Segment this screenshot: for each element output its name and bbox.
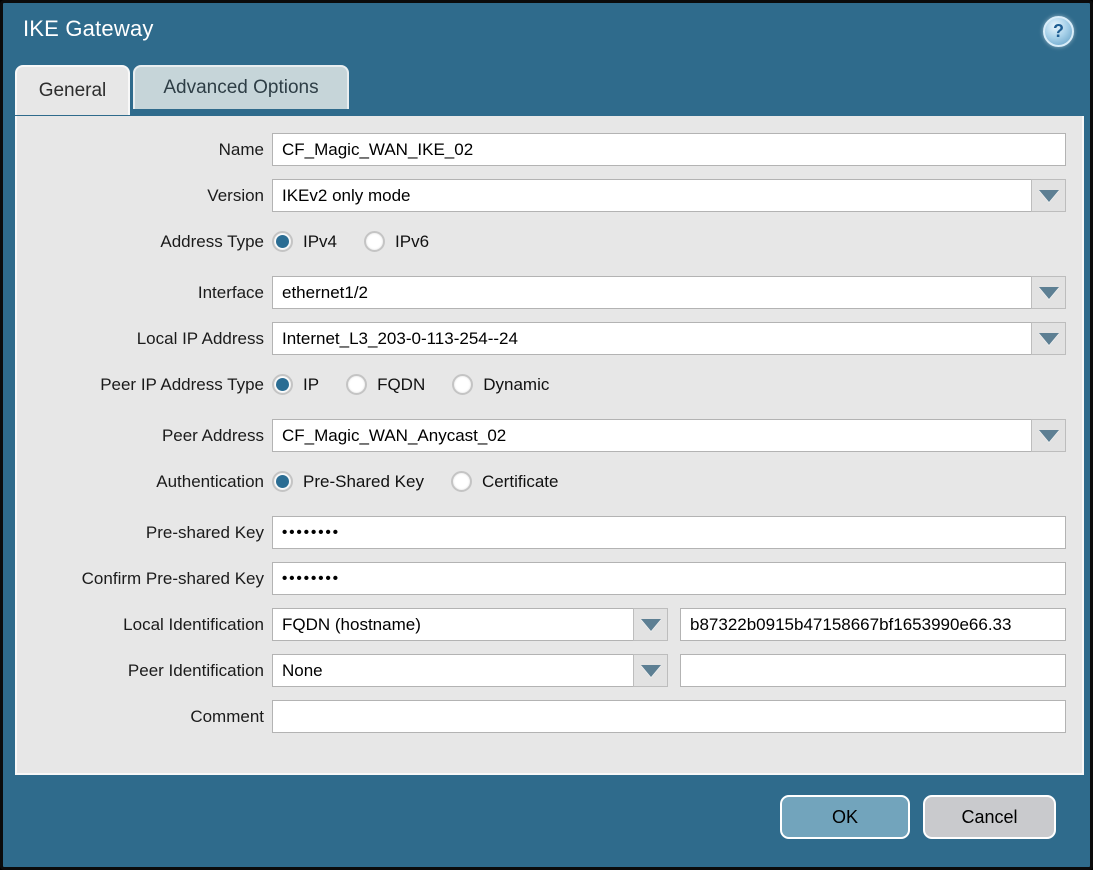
pre-shared-key-row: Pre-shared Key [17, 516, 1066, 549]
ip-radio[interactable] [272, 374, 293, 395]
chevron-down-icon [1039, 190, 1059, 202]
local-ip-address-select[interactable] [272, 322, 1066, 355]
local-identification-dropdown-button[interactable] [633, 608, 668, 641]
address-type-label: Address Type [17, 232, 264, 252]
version-select[interactable] [272, 179, 1066, 212]
general-tab-panel: Name Version Address Type IPv4 IPv6 [15, 116, 1084, 775]
name-row: Name [17, 133, 1066, 166]
peer-identification-row: Peer Identification [17, 654, 1066, 687]
peer-identification-value-input[interactable] [680, 654, 1066, 687]
address-type-options: IPv4 IPv6 [272, 231, 1066, 252]
auth-option-certificate: Certificate [451, 471, 559, 492]
fqdn-radio[interactable] [346, 374, 367, 395]
peer-ip-type-option-dynamic: Dynamic [452, 374, 549, 395]
tab-general[interactable]: General [15, 65, 130, 115]
name-input[interactable] [272, 133, 1066, 166]
address-type-option-ipv4: IPv4 [272, 231, 337, 252]
peer-ip-type-option-ip: IP [272, 374, 319, 395]
interface-row: Interface [17, 276, 1066, 309]
comment-row: Comment [17, 700, 1066, 733]
authentication-options: Pre-Shared Key Certificate [272, 471, 1066, 492]
dynamic-radio[interactable] [452, 374, 473, 395]
chevron-down-icon [641, 665, 661, 677]
peer-address-dropdown-button[interactable] [1031, 419, 1066, 452]
interface-value[interactable] [272, 276, 1031, 309]
local-ip-address-dropdown-button[interactable] [1031, 322, 1066, 355]
confirm-pre-shared-key-input[interactable] [272, 562, 1066, 595]
version-label: Version [17, 186, 264, 206]
comment-label: Comment [17, 707, 264, 727]
ok-button[interactable]: OK [780, 795, 910, 839]
dialog-footer: OK Cancel [3, 775, 1090, 867]
local-identification-row: Local Identification [17, 608, 1066, 641]
ipv4-radio[interactable] [272, 231, 293, 252]
confirm-pre-shared-key-row: Confirm Pre-shared Key [17, 562, 1066, 595]
pre-shared-key-input[interactable] [272, 516, 1066, 549]
peer-address-label: Peer Address [17, 426, 264, 446]
chevron-down-icon [641, 619, 661, 631]
ipv6-radio[interactable] [364, 231, 385, 252]
address-type-option-ipv6: IPv6 [364, 231, 429, 252]
local-identification-value-input[interactable] [680, 608, 1066, 641]
peer-identification-type-select[interactable] [272, 654, 668, 687]
help-icon[interactable]: ? [1043, 16, 1074, 47]
tab-bar: General Advanced Options [3, 65, 1090, 113]
address-type-row: Address Type IPv4 IPv6 [17, 225, 1066, 258]
dialog-title: IKE Gateway [23, 16, 154, 42]
interface-select[interactable] [272, 276, 1066, 309]
pre-shared-key-label: Pre-shared Key [17, 523, 264, 543]
cancel-button[interactable]: Cancel [923, 795, 1056, 839]
authentication-row: Authentication Pre-Shared Key Certificat… [17, 465, 1066, 498]
peer-address-select[interactable] [272, 419, 1066, 452]
peer-identification-label: Peer Identification [17, 661, 264, 681]
interface-dropdown-button[interactable] [1031, 276, 1066, 309]
certificate-radio[interactable] [451, 471, 472, 492]
version-row: Version [17, 179, 1066, 212]
peer-ip-type-option-fqdn: FQDN [346, 374, 425, 395]
chevron-down-icon [1039, 430, 1059, 442]
peer-ip-address-type-row: Peer IP Address Type IP FQDN Dynamic [17, 368, 1066, 401]
peer-identification-dropdown-button[interactable] [633, 654, 668, 687]
local-identification-type-select[interactable] [272, 608, 668, 641]
local-ip-address-row: Local IP Address [17, 322, 1066, 355]
local-ip-address-value[interactable] [272, 322, 1031, 355]
chevron-down-icon [1039, 333, 1059, 345]
peer-address-row: Peer Address [17, 419, 1066, 452]
ike-gateway-dialog: IKE Gateway ? General Advanced Options N… [0, 0, 1093, 870]
interface-label: Interface [17, 283, 264, 303]
chevron-down-icon [1039, 287, 1059, 299]
local-identification-type-value[interactable] [272, 608, 633, 641]
peer-ip-address-type-options: IP FQDN Dynamic [272, 374, 1066, 395]
peer-ip-address-type-label: Peer IP Address Type [17, 375, 264, 395]
pre-shared-key-radio[interactable] [272, 471, 293, 492]
tab-advanced-options[interactable]: Advanced Options [133, 65, 349, 109]
local-ip-address-label: Local IP Address [17, 329, 264, 349]
version-value[interactable] [272, 179, 1031, 212]
name-label: Name [17, 140, 264, 160]
version-dropdown-button[interactable] [1031, 179, 1066, 212]
peer-identification-type-value[interactable] [272, 654, 633, 687]
authentication-label: Authentication [17, 472, 264, 492]
local-identification-label: Local Identification [17, 615, 264, 635]
auth-option-pre-shared-key: Pre-Shared Key [272, 471, 424, 492]
confirm-pre-shared-key-label: Confirm Pre-shared Key [17, 569, 264, 589]
comment-input[interactable] [272, 700, 1066, 733]
peer-address-value[interactable] [272, 419, 1031, 452]
title-bar: IKE Gateway ? [3, 3, 1090, 65]
